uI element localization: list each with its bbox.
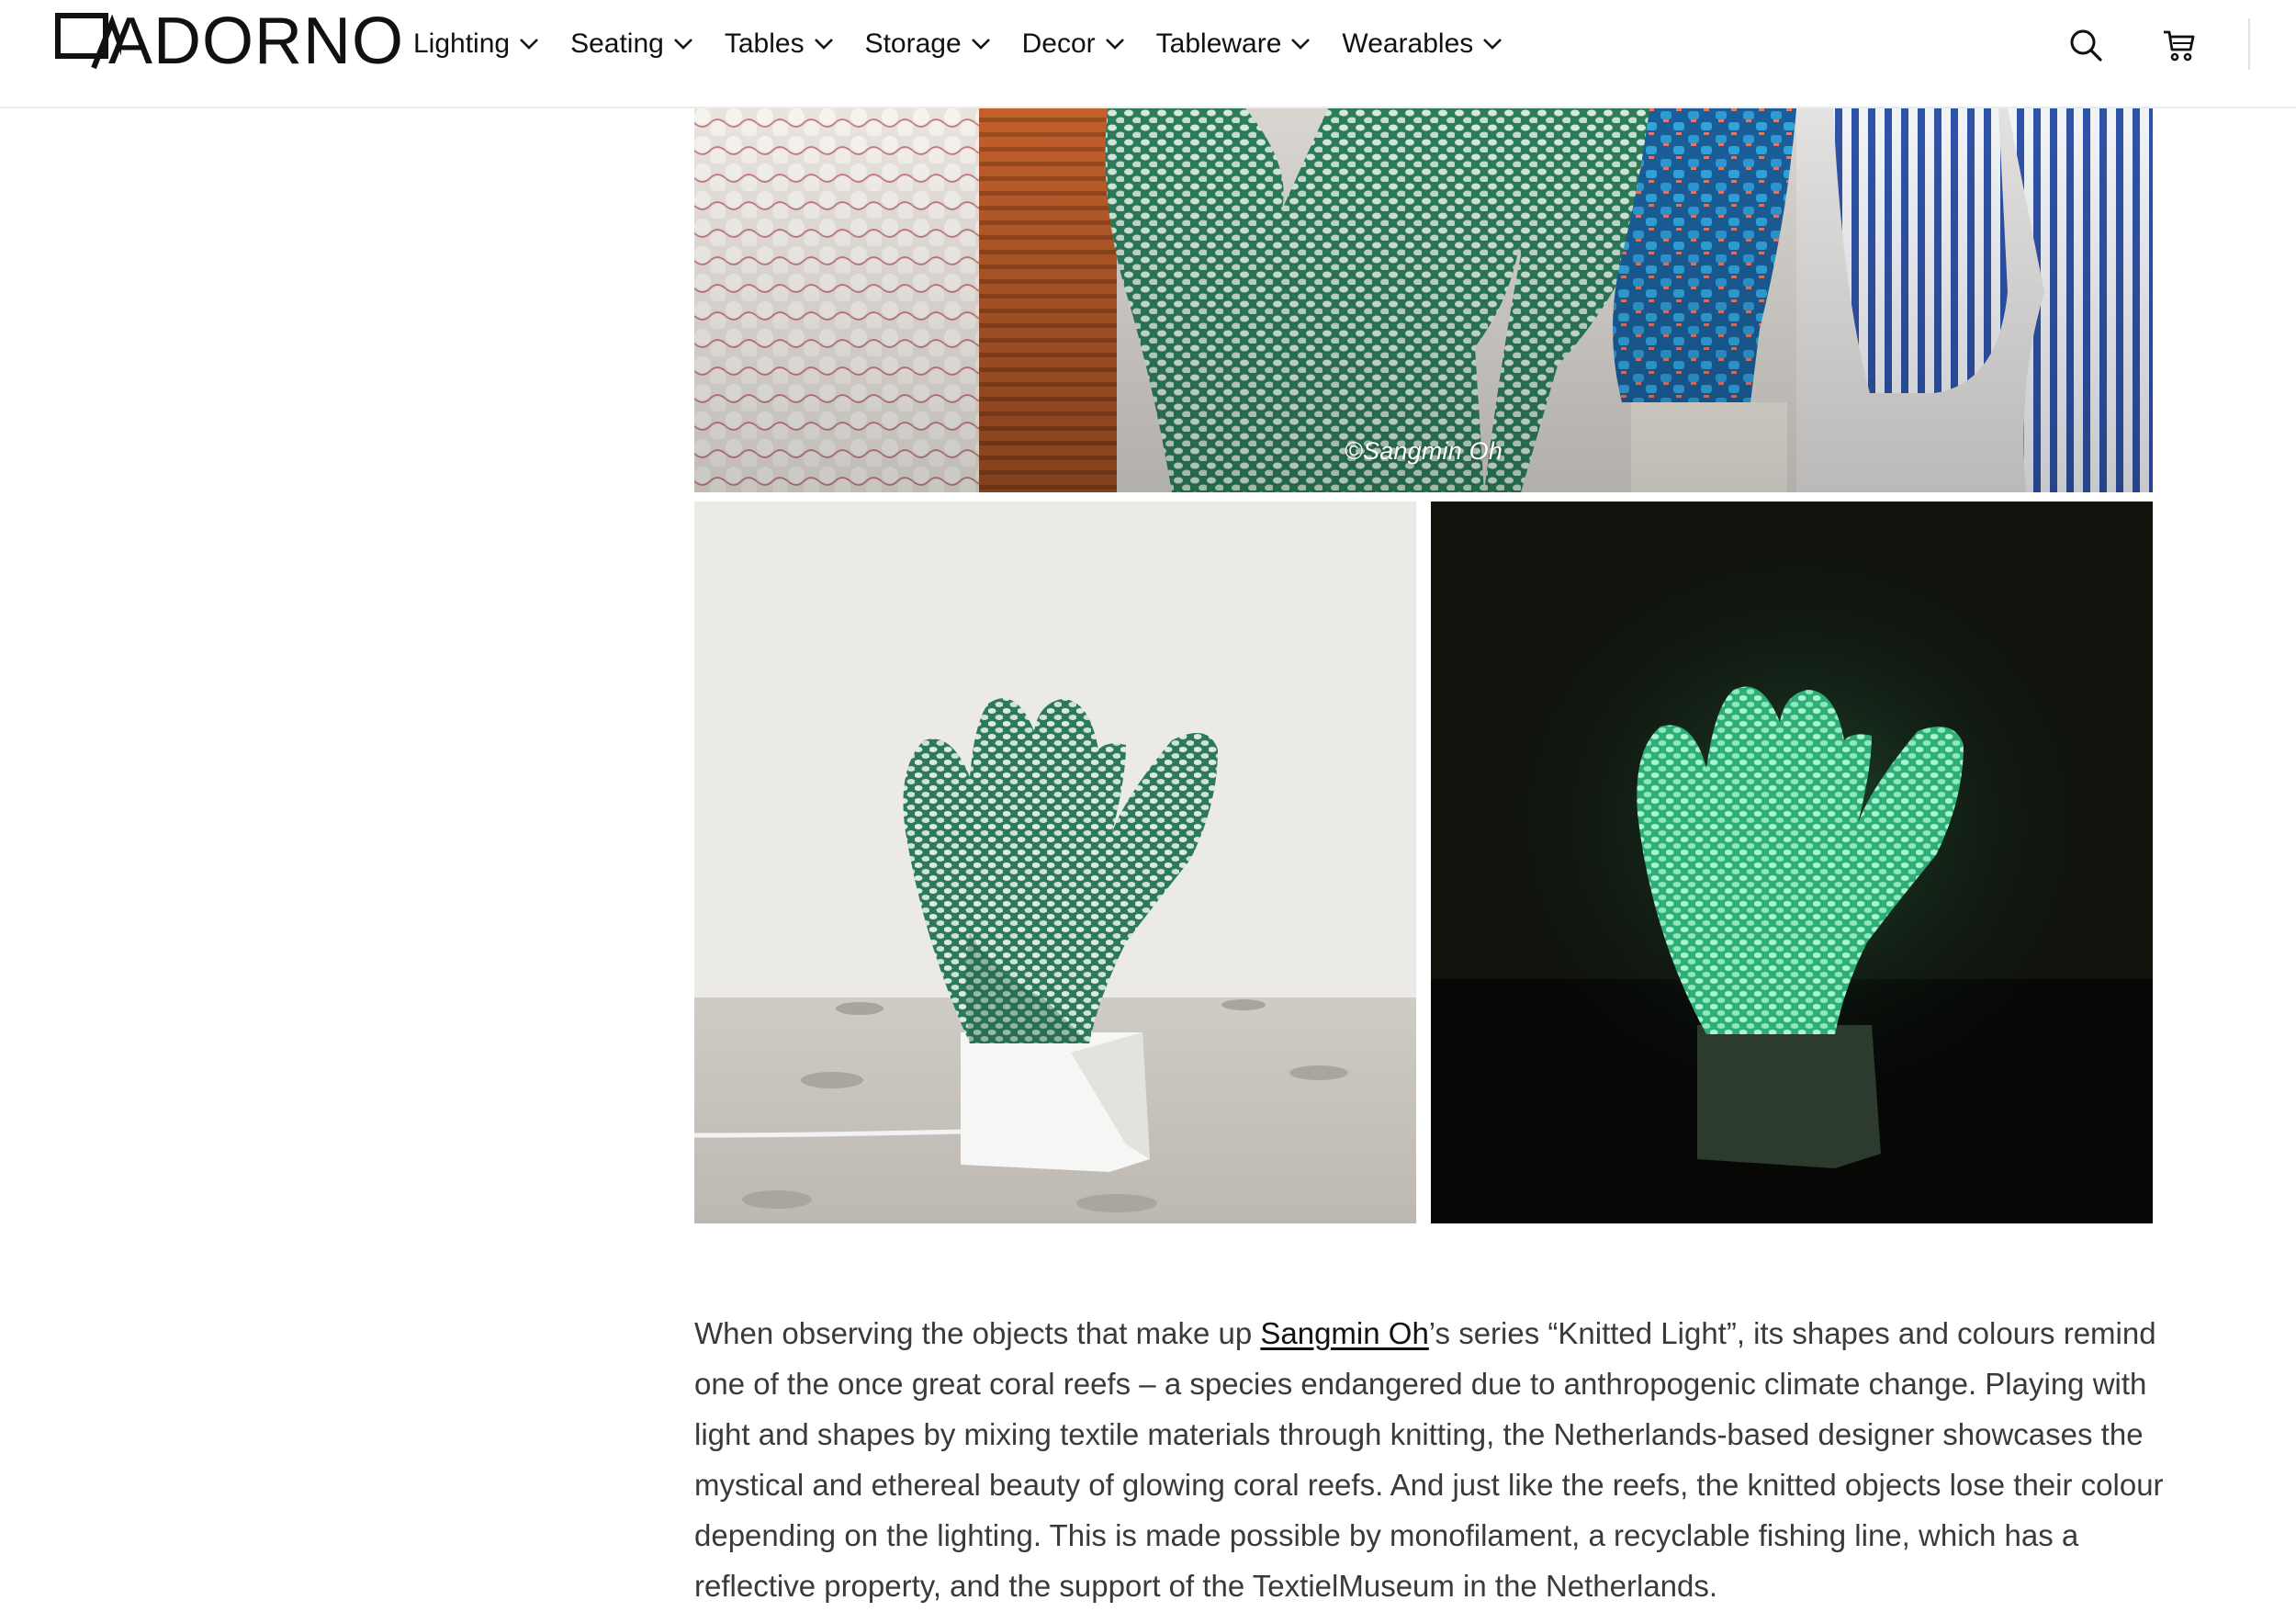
article-paragraph: When observing the objects that make up … xyxy=(694,1308,2164,1611)
nav-label: Decor xyxy=(1021,28,1096,59)
article-text-after-link: ’s series “Knitted Light”, its shapes an… xyxy=(694,1316,2164,1603)
nav-label: Storage xyxy=(864,28,962,59)
search-icon[interactable] xyxy=(2068,28,2103,62)
nav-item-wearables[interactable]: Wearables xyxy=(1342,28,1503,60)
knitted-series-closeup-image: ©Sangmin Oh xyxy=(694,108,2153,492)
brand-name: ADORNO xyxy=(108,5,405,78)
cart-icon[interactable] xyxy=(2162,28,2197,62)
nav-label: Lighting xyxy=(413,28,511,59)
nav-item-lighting[interactable]: Lighting xyxy=(413,28,539,60)
article-text-before-link: When observing the objects that make up xyxy=(694,1316,1261,1350)
chevron-down-icon xyxy=(1105,39,1124,50)
nav-label: Seating xyxy=(570,28,664,59)
chevron-down-icon xyxy=(1291,39,1311,50)
brand-logo[interactable]: ADORNO xyxy=(55,8,403,74)
knitted-light-glowing-image xyxy=(1431,502,2153,1223)
nav-item-tableware[interactable]: Tableware xyxy=(1156,28,1311,60)
designer-link[interactable]: Sangmin Oh xyxy=(1260,1316,1428,1350)
nav-item-storage[interactable]: Storage xyxy=(865,28,991,60)
chevron-down-icon xyxy=(1483,39,1503,50)
nav-item-decor[interactable]: Decor xyxy=(1022,28,1125,60)
nav-label: Wearables xyxy=(1342,28,1474,59)
chevron-down-icon xyxy=(673,39,692,50)
nav-label: Tableware xyxy=(1155,28,1282,59)
nav-label: Tables xyxy=(724,28,805,59)
knitted-light-daylight-image xyxy=(694,502,1416,1223)
image-credit-caption: ©Sangmin Oh xyxy=(1344,437,1503,465)
chevron-down-icon xyxy=(520,39,539,50)
chevron-down-icon xyxy=(971,39,990,50)
nav-item-tables[interactable]: Tables xyxy=(725,28,834,60)
site-header: ADORNO Lighting Seating Tables Storage D… xyxy=(0,0,2296,108)
nav-item-seating[interactable]: Seating xyxy=(570,28,693,60)
header-divider xyxy=(2248,18,2250,70)
chevron-down-icon xyxy=(814,39,833,50)
main-nav: Lighting Seating Tables Storage Decor Ta… xyxy=(413,22,1534,66)
